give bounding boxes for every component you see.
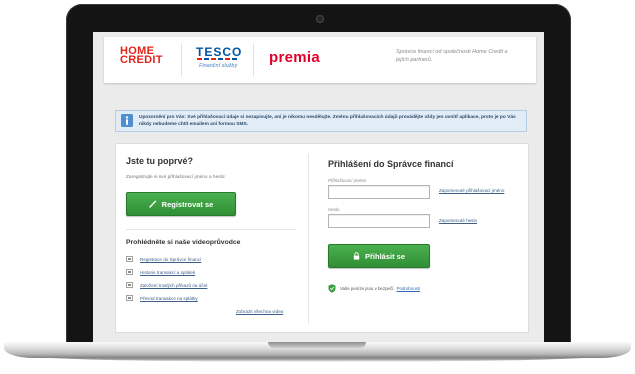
header-divider — [253, 43, 254, 77]
shield-icon — [328, 284, 336, 293]
header-tagline: Správce financí od společnosti Home Cred… — [396, 49, 508, 63]
video-icon — [126, 256, 133, 262]
pencil-icon — [148, 200, 156, 208]
video-link[interactable]: Registrace do Správce financí — [126, 255, 201, 263]
section-divider — [126, 229, 296, 230]
browser-screen: HOME CREDIT TESCO Finanční služby premia… — [93, 32, 544, 343]
video-link-label: Historie transakcí a splátek — [140, 269, 196, 275]
premia-logo[interactable]: premia — [269, 49, 320, 66]
password-input[interactable] — [328, 214, 430, 228]
username-input[interactable] — [328, 185, 430, 199]
register-button-label: Registrovat se — [161, 199, 214, 209]
video-link[interactable]: Založení trvalých příkazů na účet — [126, 281, 207, 289]
password-label: Heslo — [328, 207, 340, 212]
security-text: Vaše peníze jsou v bezpečí. — [340, 286, 395, 291]
camera-icon — [317, 16, 323, 22]
tesco-logo-subtitle: Finanční služby — [199, 63, 238, 69]
register-subtitle: Zaregistrujte si své přihlašovací jméno … — [126, 175, 226, 180]
security-info: Vaše peníze jsou v bezpečí. Podrobnosti — [328, 284, 420, 293]
home-credit-logo[interactable]: HOME CREDIT — [120, 46, 163, 66]
video-icon — [126, 282, 133, 288]
video-link-label: Založení trvalých příkazů na účet — [140, 282, 208, 288]
tesco-logo[interactable]: TESCO — [196, 45, 242, 59]
forgot-username-link[interactable]: Zapomenuté přihlašovací jméno — [439, 188, 504, 193]
video-icon — [126, 269, 133, 275]
laptop-notch — [268, 342, 366, 348]
username-label: Přihlašovací jméno — [328, 178, 367, 183]
security-notice: Upozornění pro Vás: Své přihlašovací úda… — [115, 110, 527, 132]
column-divider — [308, 154, 309, 324]
notice-text: Upozornění pro Vás: Své přihlašovací úda… — [139, 115, 516, 127]
security-details-link[interactable]: Podrobnosti — [397, 286, 420, 291]
home-credit-logo-line2: CREDIT — [120, 54, 163, 66]
video-link[interactable]: Historie transakcí a splátek — [126, 268, 195, 276]
info-icon — [121, 114, 133, 127]
video-link[interactable]: Převod transakce na splátky — [126, 294, 198, 302]
videos-heading: Prohlédněte si naše videoprůvodce — [126, 239, 241, 246]
login-button-label: Přihlásit se — [364, 251, 406, 261]
forgot-password-link[interactable]: Zapomenuté heslo — [439, 218, 477, 223]
site-header: HOME CREDIT TESCO Finanční služby premia… — [104, 37, 536, 83]
video-link-label: Převod transakce na splátky — [140, 295, 198, 301]
show-all-videos-link[interactable]: Zobrazit všechna videa — [236, 309, 283, 314]
header-divider — [181, 43, 182, 77]
register-heading: Jste tu poprvé? — [126, 156, 194, 166]
main-panel: Jste tu poprvé? Zaregistrujte si své při… — [115, 143, 529, 333]
lock-icon — [353, 252, 360, 260]
video-icon — [126, 295, 133, 301]
tesco-logo-stripes — [197, 58, 239, 60]
login-button[interactable]: Přihlásit se — [328, 244, 430, 268]
video-link-label: Registrace do Správce financí — [140, 256, 202, 262]
login-heading: Přihlášení do Správce financí — [328, 159, 454, 169]
register-button[interactable]: Registrovat se — [126, 192, 236, 216]
